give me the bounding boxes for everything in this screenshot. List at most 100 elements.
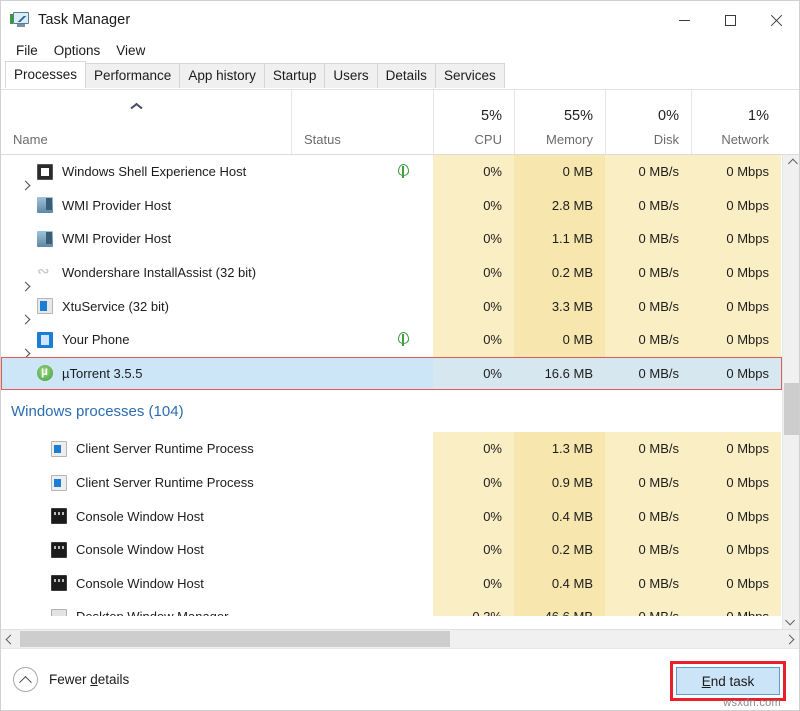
horizontal-scroll-thumb[interactable] <box>20 631 450 647</box>
cell-disk: 0 MB/s <box>605 155 691 189</box>
table-row[interactable]: Console Window Host0%0.2 MB0 MB/s0 Mbps <box>1 533 782 567</box>
cell-disk: 0 MB/s <box>605 256 691 290</box>
cell-disk: 0 MB/s <box>605 189 691 223</box>
column-header-name[interactable]: Name <box>1 90 291 154</box>
tab-processes[interactable]: Processes <box>5 61 86 88</box>
table-row[interactable]: µTorrent 3.5.50%16.6 MB0 MB/s0 Mbps <box>1 357 782 391</box>
cell-status <box>291 256 433 290</box>
cell-cpu: 0% <box>433 357 514 391</box>
table-row[interactable]: Your Phone0%0 MB0 MB/s0 Mbps <box>1 323 782 357</box>
horizontal-scrollbar[interactable] <box>1 629 799 648</box>
cell-net: 0 Mbps <box>691 432 781 466</box>
cell-net: 0 Mbps <box>691 600 781 616</box>
process-name-label: WMI Provider Host <box>62 231 171 246</box>
column-header-disk[interactable]: 0% Disk <box>605 90 691 154</box>
table-row[interactable]: Windows Shell Experience Host0%0 MB0 MB/… <box>1 155 782 189</box>
cell-name: Windows Shell Experience Host <box>1 155 291 189</box>
wonder-icon <box>37 265 53 281</box>
cell-net: 0 Mbps <box>691 357 781 391</box>
column-label-status: Status <box>292 133 433 146</box>
tab-startup[interactable]: Startup <box>264 63 326 88</box>
process-name-label: Your Phone <box>62 332 129 347</box>
menu-item-options[interactable]: Options <box>46 42 109 59</box>
column-header-status[interactable]: Status <box>291 90 433 154</box>
memory-total-percent: 55% <box>515 109 605 124</box>
vertical-scrollbar[interactable] <box>782 155 799 629</box>
cell-mem: 0.2 MB <box>514 533 605 567</box>
cell-cpu: 0% <box>433 189 514 223</box>
cell-net: 0 Mbps <box>691 289 781 323</box>
cell-name: Wondershare InstallAssist (32 bit) <box>1 256 291 290</box>
column-header-memory[interactable]: 55% Memory <box>514 90 605 154</box>
minimize-button[interactable] <box>661 1 707 39</box>
process-name-label: Console Window Host <box>76 542 204 557</box>
footer-bar: Fewer details End task wsxdn.com <box>1 648 799 710</box>
tab-app-history[interactable]: App history <box>179 63 265 88</box>
tab-strip: Processes Performance App history Startu… <box>1 62 799 89</box>
vertical-scroll-thumb[interactable] <box>784 383 799 435</box>
table-row[interactable]: Client Server Runtime Process0%0.9 MB0 M… <box>1 466 782 500</box>
fewer-details-button[interactable]: Fewer details <box>13 667 129 692</box>
table-row[interactable]: Client Server Runtime Process0%1.3 MB0 M… <box>1 432 782 466</box>
cell-status <box>291 567 433 601</box>
cell-status <box>291 222 433 256</box>
conhost-icon <box>51 508 67 524</box>
cell-mem: 46.6 MB <box>514 600 605 616</box>
cell-name: Client Server Runtime Process <box>1 432 291 466</box>
table-row[interactable]: WMI Provider Host0%1.1 MB0 MB/s0 Mbps <box>1 222 782 256</box>
suspended-leaf-icon <box>397 164 409 179</box>
cell-status <box>291 432 433 466</box>
process-name-label: Wondershare InstallAssist (32 bit) <box>62 265 256 280</box>
tab-services[interactable]: Services <box>435 63 505 88</box>
menu-item-file[interactable]: File <box>8 42 46 59</box>
table-row[interactable]: Console Window Host0%0.4 MB0 MB/s0 Mbps <box>1 499 782 533</box>
maximize-icon <box>725 15 736 26</box>
table-row[interactable]: Console Window Host0%0.4 MB0 MB/s0 Mbps <box>1 567 782 601</box>
table-row[interactable]: Wondershare InstallAssist (32 bit)0%0.2 … <box>1 256 782 290</box>
tab-users[interactable]: Users <box>324 63 377 88</box>
cell-name: XtuService (32 bit) <box>1 289 291 323</box>
group-header-windows-processes[interactable]: Windows processes (104) <box>1 390 782 432</box>
table-row[interactable]: Desktop Window Manager0.3%46.6 MB0 MB/s0… <box>1 600 782 616</box>
chevron-left-icon <box>6 634 16 644</box>
process-name-label: µTorrent 3.5.5 <box>62 366 142 381</box>
cell-net: 0 Mbps <box>691 466 781 500</box>
column-label-cpu: CPU <box>434 133 514 146</box>
window-title: Task Manager <box>38 12 130 28</box>
scroll-right-button[interactable] <box>780 630 799 648</box>
column-header-cpu[interactable]: 5% CPU <box>433 90 514 154</box>
close-button[interactable] <box>753 1 799 39</box>
scroll-down-button[interactable] <box>783 612 799 629</box>
cell-disk: 0 MB/s <box>605 222 691 256</box>
cell-status <box>291 466 433 500</box>
cell-status <box>291 289 433 323</box>
tab-performance[interactable]: Performance <box>85 63 180 88</box>
cell-net: 0 Mbps <box>691 155 781 189</box>
tab-details[interactable]: Details <box>377 63 436 88</box>
chevron-down-icon <box>785 616 795 626</box>
cell-name: µTorrent 3.5.5 <box>1 357 291 391</box>
wmi-icon <box>37 197 53 213</box>
cell-disk: 0 MB/s <box>605 567 691 601</box>
cell-mem: 0 MB <box>514 323 605 357</box>
cell-net: 0 Mbps <box>691 499 781 533</box>
cell-name: WMI Provider Host <box>1 189 291 223</box>
scroll-left-button[interactable] <box>1 630 20 648</box>
table-row[interactable]: WMI Provider Host0%2.8 MB0 MB/s0 Mbps <box>1 189 782 223</box>
cell-name: Your Phone <box>1 323 291 357</box>
column-label-disk: Disk <box>606 133 691 146</box>
cell-mem: 3.3 MB <box>514 289 605 323</box>
menu-item-view[interactable]: View <box>108 42 153 59</box>
xtu-icon <box>37 298 53 314</box>
table-row[interactable]: XtuService (32 bit)0%3.3 MB0 MB/s0 Mbps <box>1 289 782 323</box>
cell-mem: 16.6 MB <box>514 357 605 391</box>
end-task-button[interactable]: End task <box>676 667 780 695</box>
cell-status <box>291 357 433 391</box>
maximize-button[interactable] <box>707 1 753 39</box>
cell-net: 0 Mbps <box>691 189 781 223</box>
column-header-network[interactable]: 1% Network <box>691 90 781 154</box>
phone-icon <box>37 332 53 348</box>
scroll-up-button[interactable] <box>783 155 799 172</box>
cell-name: WMI Provider Host <box>1 222 291 256</box>
cell-cpu: 0% <box>433 499 514 533</box>
